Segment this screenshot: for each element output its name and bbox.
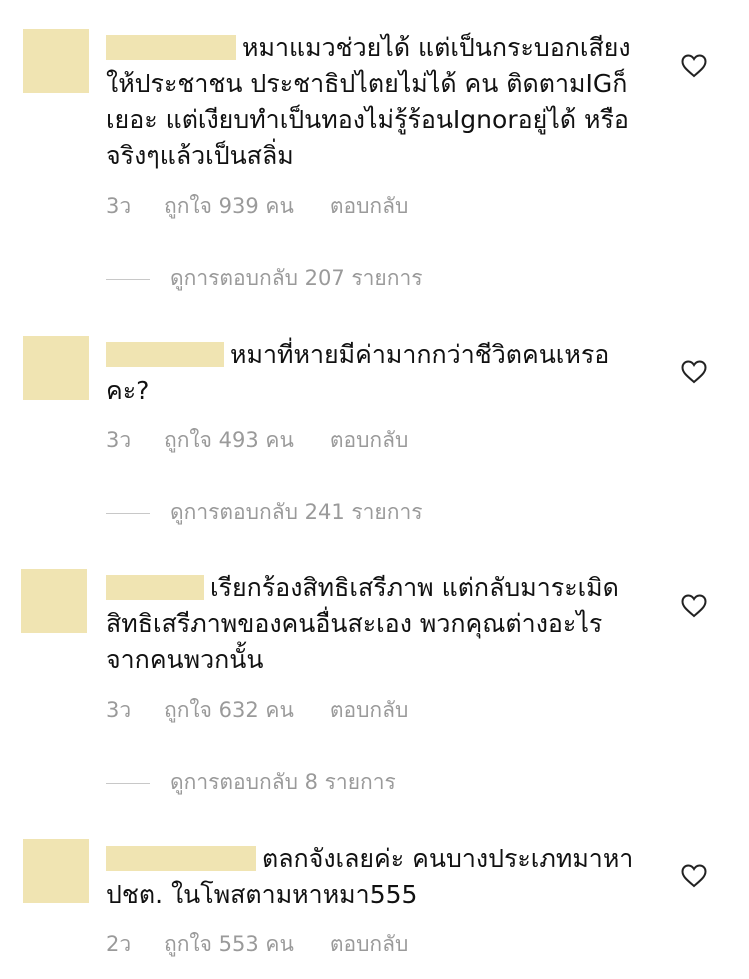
reply-button[interactable]: ตอบกลับ (330, 424, 409, 457)
view-replies-label: ดูการตอบกลับ 8 รายการ (170, 770, 396, 794)
heart-outline-icon[interactable] (681, 864, 707, 888)
view-replies-label: ดูการตอบกลับ 241 รายการ (170, 500, 423, 524)
avatar[interactable] (23, 336, 89, 400)
comment-meta: 2ว ถูกใจ 553 คน ตอบกลับ (106, 928, 408, 961)
comment-text: เรียกร้องสิทธิเสรีภาพ แต่กลับมาระเมิดสิท… (106, 570, 646, 678)
heart-outline-icon[interactable] (681, 594, 707, 618)
username-redacted[interactable] (106, 35, 236, 60)
like-count[interactable]: ถูกใจ 493 คน (164, 424, 294, 457)
comment-meta: 3ว ถูกใจ 493 คน ตอบกลับ (106, 424, 408, 457)
comment-time: 3ว (106, 194, 132, 218)
comment-meta: 3ว ถูกใจ 632 คน ตอบกลับ (106, 694, 408, 727)
view-replies-link[interactable]: ดูการตอบกลับ 241 รายการ (106, 496, 423, 529)
like-count[interactable]: ถูกใจ 553 คน (164, 928, 294, 961)
comment-meta: 3ว ถูกใจ 939 คน ตอบกลับ (106, 190, 408, 223)
heart-outline-icon[interactable] (681, 54, 707, 78)
view-replies-link[interactable]: ดูการตอบกลับ 207 รายการ (106, 262, 423, 295)
avatar[interactable] (23, 839, 89, 903)
username-redacted[interactable] (106, 575, 204, 600)
reply-button[interactable]: ตอบกลับ (330, 190, 409, 223)
comment-text: หมาที่หายมีค่ามากกว่าชีวิตคนเหรอคะ? (106, 337, 646, 409)
username-redacted[interactable] (106, 846, 256, 871)
avatar[interactable] (21, 569, 87, 633)
divider-line (106, 278, 150, 280)
comment-time: 3ว (106, 698, 132, 722)
comment-time: 3ว (106, 428, 132, 452)
comment-text: ตลกจังเลยค่ะ คนบางประเภทมาหา ปชต. ในโพสต… (106, 841, 646, 913)
reply-button[interactable]: ตอบกลับ (330, 928, 409, 961)
view-replies-link[interactable]: ดูการตอบกลับ 8 รายการ (106, 766, 396, 799)
comment-time: 2ว (106, 932, 132, 956)
reply-button[interactable]: ตอบกลับ (330, 694, 409, 727)
heart-outline-icon[interactable] (681, 360, 707, 384)
comment-text: หมาแมวช่วยได้ แต่เป็นกระบอกเสียงให้ประชา… (106, 30, 646, 174)
like-count[interactable]: ถูกใจ 632 คน (164, 694, 294, 727)
like-count[interactable]: ถูกใจ 939 คน (164, 190, 294, 223)
avatar[interactable] (23, 29, 89, 93)
view-replies-label: ดูการตอบกลับ 207 รายการ (170, 266, 423, 290)
divider-line (106, 512, 150, 514)
divider-line (106, 782, 150, 784)
username-redacted[interactable] (106, 342, 224, 367)
